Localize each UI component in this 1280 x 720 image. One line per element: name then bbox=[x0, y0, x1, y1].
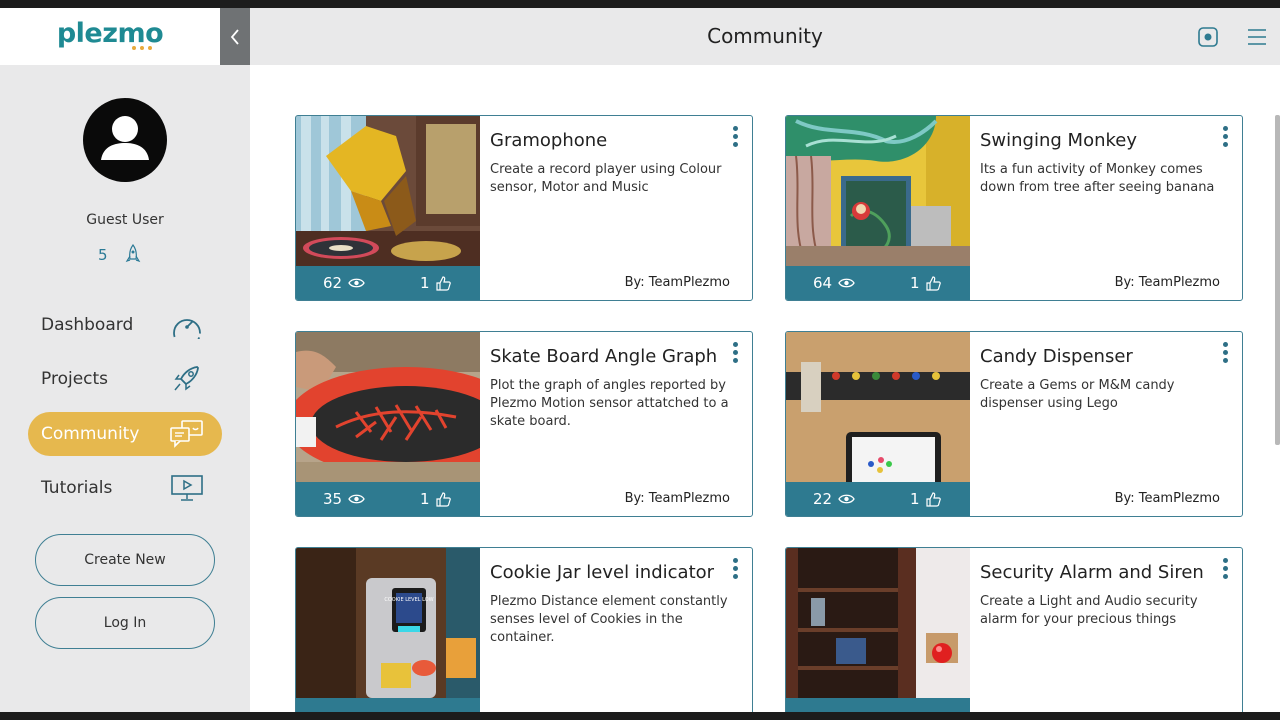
views-stat: 35 bbox=[323, 490, 365, 508]
header: Community bbox=[250, 8, 1280, 65]
view-count: 35 bbox=[323, 490, 343, 508]
card-description: Create a Gems or M&M candy dispenser usi… bbox=[980, 378, 1175, 411]
eye-icon bbox=[838, 278, 855, 288]
card-description: Plot the graph of angles reported by Ple… bbox=[490, 378, 729, 429]
thumbs-up-icon bbox=[435, 491, 451, 507]
like-count: 1 bbox=[910, 490, 920, 508]
project-thumbnail[interactable] bbox=[786, 116, 970, 266]
avatar bbox=[83, 98, 167, 182]
eye-icon bbox=[838, 494, 855, 504]
views-stat: 62 bbox=[323, 274, 365, 292]
nav-label: Tutorials bbox=[41, 478, 113, 498]
project-thumbnail[interactable] bbox=[296, 332, 480, 482]
view-count: 62 bbox=[323, 274, 343, 292]
card-title[interactable]: Cookie Jar level indicator bbox=[490, 562, 714, 583]
chat-bubbles-icon bbox=[170, 420, 203, 448]
eye-icon bbox=[348, 494, 365, 504]
project-thumbnail[interactable]: COOKIE LEVEL LOW bbox=[296, 548, 480, 698]
sidebar: Guest User 5 Dashboard Projects Communit… bbox=[0, 65, 250, 712]
card-author: By: TeamPlezmo bbox=[1114, 491, 1220, 506]
app-frame: plezmo Community Guest User 5 Dashboard … bbox=[0, 8, 1280, 712]
more-options-icon[interactable] bbox=[1223, 126, 1229, 150]
more-options-icon[interactable] bbox=[1223, 342, 1229, 366]
rocket-icon bbox=[125, 244, 141, 263]
thumbs-up-icon bbox=[435, 275, 451, 291]
project-thumbnail[interactable] bbox=[296, 116, 480, 266]
card-stats bbox=[296, 698, 480, 712]
more-options-icon[interactable] bbox=[1223, 558, 1229, 582]
record-icon[interactable] bbox=[1197, 26, 1219, 48]
chevron-left-icon bbox=[230, 28, 239, 45]
like-count: 1 bbox=[420, 274, 430, 292]
card-title[interactable]: Candy Dispenser bbox=[980, 346, 1133, 367]
more-options-icon[interactable] bbox=[733, 126, 739, 150]
card-title[interactable]: Security Alarm and Siren bbox=[980, 562, 1204, 583]
project-thumbnail[interactable] bbox=[786, 332, 970, 482]
thumbs-up-icon bbox=[925, 491, 941, 507]
speedometer-icon bbox=[173, 319, 201, 339]
user-name: Guest User bbox=[86, 212, 164, 228]
thumbs-up-icon bbox=[925, 275, 941, 291]
scrollbar[interactable] bbox=[1275, 115, 1280, 445]
card-author: By: TeamPlezmo bbox=[624, 275, 730, 290]
nav-item-projects[interactable]: Projects bbox=[28, 357, 222, 401]
collapse-sidebar-button[interactable] bbox=[220, 8, 250, 65]
project-card[interactable]: 62 1 Gramophone Create a record player u… bbox=[295, 115, 753, 301]
project-card[interactable]: 22 1 Candy Dispenser Create a Gems or M&… bbox=[785, 331, 1243, 517]
more-options-icon[interactable] bbox=[733, 342, 739, 366]
project-thumbnail[interactable] bbox=[786, 548, 970, 698]
nav-item-community[interactable]: Community bbox=[28, 412, 222, 456]
views-stat: 64 bbox=[813, 274, 855, 292]
logo[interactable]: plezmo bbox=[0, 8, 220, 65]
more-options-icon[interactable] bbox=[733, 558, 739, 582]
community-grid: 62 1 Gramophone Create a record player u… bbox=[250, 65, 1280, 712]
card-stats: 22 1 bbox=[786, 482, 970, 516]
nav-label: Dashboard bbox=[41, 315, 134, 335]
nav-label: Projects bbox=[41, 369, 109, 389]
likes-stat[interactable]: 1 bbox=[910, 490, 941, 508]
card-stats: 35 1 bbox=[296, 482, 480, 516]
card-description: Plezmo Distance element constantly sense… bbox=[490, 594, 728, 645]
card-author: By: TeamPlezmo bbox=[624, 491, 730, 506]
project-card[interactable]: 64 1 Swinging Monkey Its a fun activity … bbox=[785, 115, 1243, 301]
project-card[interactable]: 35 1 Skate Board Angle Graph Plot the gr… bbox=[295, 331, 753, 517]
rocket-icon bbox=[174, 366, 199, 391]
menu-icon[interactable] bbox=[1246, 26, 1268, 48]
likes-stat[interactable]: 1 bbox=[420, 274, 451, 292]
card-title[interactable]: Skate Board Angle Graph bbox=[490, 346, 717, 367]
project-card[interactable]: COOKIE LEVEL LOW Cookie Jar level indica… bbox=[295, 547, 753, 712]
likes-stat[interactable]: 1 bbox=[910, 274, 941, 292]
like-count: 1 bbox=[910, 274, 920, 292]
view-count: 64 bbox=[813, 274, 833, 292]
likes-stat[interactable]: 1 bbox=[420, 490, 451, 508]
card-description: Its a fun activity of Monkey comes down … bbox=[980, 162, 1215, 195]
user-points: 5 bbox=[98, 246, 108, 264]
nav-label: Community bbox=[41, 424, 140, 444]
like-count: 1 bbox=[420, 490, 430, 508]
card-author: By: TeamPlezmo bbox=[1114, 275, 1220, 290]
logo-dots bbox=[132, 46, 152, 50]
card-title[interactable]: Gramophone bbox=[490, 130, 607, 151]
nav-item-dashboard[interactable]: Dashboard bbox=[28, 303, 222, 347]
card-stats bbox=[786, 698, 970, 712]
presentation-icon bbox=[171, 475, 203, 501]
card-stats: 62 1 bbox=[296, 266, 480, 300]
card-description: Create a Light and Audio security alarm … bbox=[980, 594, 1198, 627]
card-description: Create a record player using Colour sens… bbox=[490, 162, 722, 195]
project-card[interactable]: Security Alarm and Siren Create a Light … bbox=[785, 547, 1243, 712]
page-title: Community bbox=[707, 24, 823, 48]
create-new-button[interactable]: Create New bbox=[35, 534, 215, 586]
card-stats: 64 1 bbox=[786, 266, 970, 300]
view-count: 22 bbox=[813, 490, 833, 508]
log-in-button[interactable]: Log In bbox=[35, 597, 215, 649]
card-title[interactable]: Swinging Monkey bbox=[980, 130, 1137, 151]
views-stat: 22 bbox=[813, 490, 855, 508]
eye-icon bbox=[348, 278, 365, 288]
logo-text: plezmo bbox=[56, 18, 164, 49]
cookie-screen-text: COOKIE LEVEL LOW bbox=[384, 597, 433, 603]
nav-item-tutorials[interactable]: Tutorials bbox=[28, 466, 222, 510]
